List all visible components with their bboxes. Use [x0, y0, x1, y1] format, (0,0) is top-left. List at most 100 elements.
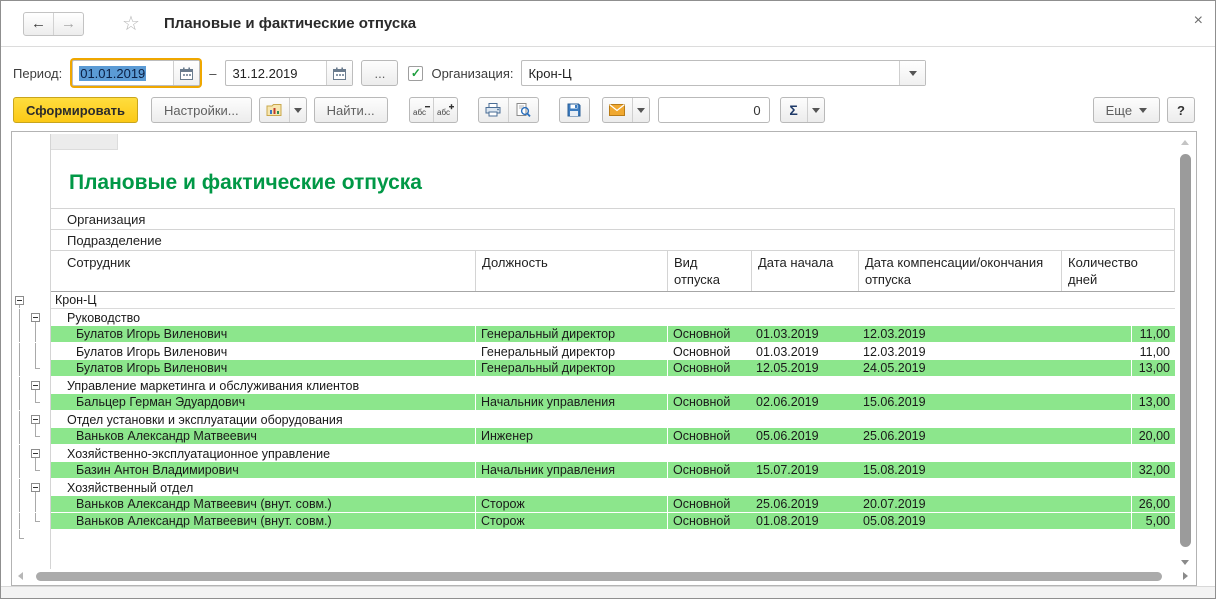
close-icon[interactable]: × — [1194, 13, 1203, 29]
group-label[interactable]: Крон-Ц — [51, 292, 97, 308]
period-from-field[interactable]: 01.01.2019 — [72, 60, 201, 86]
group-label[interactable]: Управление маркетинга и обслуживания кли… — [51, 377, 359, 394]
cell[interactable]: Основной — [667, 513, 751, 529]
cell[interactable]: Основной — [667, 428, 751, 444]
organization-section-row[interactable]: Организация — [51, 208, 1175, 229]
cell[interactable]: Основной — [667, 496, 751, 512]
collapse-groups-icon[interactable]: абс — [410, 98, 433, 122]
group-row[interactable]: Управление маркетинга и обслуживания кли… — [19, 377, 1175, 394]
cell[interactable]: Булатов Игорь Виленович — [51, 326, 475, 342]
collapse-group-button[interactable] — [15, 296, 24, 305]
cell[interactable]: 25.06.2019 — [751, 496, 858, 512]
cell[interactable]: 13,00 — [1131, 360, 1175, 376]
cell[interactable]: Сторож — [475, 496, 667, 512]
favorite-star-icon[interactable]: ☆ — [122, 14, 140, 34]
group-row[interactable]: Хозяйственный отдел — [19, 479, 1175, 496]
group-row[interactable]: Отдел установки и эксплуатации оборудова… — [19, 411, 1175, 428]
cell[interactable]: Бальцер Герман Эдуардович — [51, 394, 475, 410]
mail-icon[interactable] — [603, 98, 632, 122]
cell[interactable]: 01.08.2019 — [751, 513, 858, 529]
column-header[interactable]: Вид отпуска — [667, 251, 751, 291]
cell[interactable]: 11,00 — [1131, 343, 1175, 360]
counter-field[interactable]: 0 — [657, 97, 770, 123]
cell[interactable]: 02.06.2019 — [751, 394, 858, 410]
cell[interactable]: 25.06.2019 — [858, 428, 1131, 444]
calendar-icon[interactable] — [326, 61, 353, 85]
cell[interactable]: 20,00 — [1131, 428, 1175, 444]
print-preview-icon[interactable] — [507, 98, 538, 122]
cell[interactable]: Начальник управления — [475, 394, 667, 410]
cell[interactable]: Инженер — [475, 428, 667, 444]
settings-button[interactable]: Настройки... — [151, 97, 252, 123]
table-row[interactable]: Базин Антон Владимирович Начальник управл… — [19, 462, 1175, 479]
table-row[interactable]: Бальцер Герман Эдуардович Начальник управ… — [19, 394, 1175, 411]
cell[interactable]: Булатов Игорь Виленович — [51, 360, 475, 376]
choose-period-button[interactable]: ... — [361, 60, 399, 86]
grid-corner[interactable] — [51, 134, 118, 150]
column-header[interactable]: Количество дней — [1061, 251, 1175, 291]
collapse-group-button[interactable] — [31, 415, 40, 424]
cell[interactable]: Ваньков Александр Матвеевич (внут. совм.… — [51, 496, 475, 512]
cell[interactable]: 05.08.2019 — [858, 513, 1131, 529]
collapse-group-button[interactable] — [31, 313, 40, 322]
scroll-up-icon[interactable] — [1181, 140, 1189, 145]
table-row[interactable]: Булатов Игорь Виленович Генеральный дирек… — [19, 360, 1175, 377]
cell[interactable]: 12.03.2019 — [858, 343, 1131, 360]
horizontal-scroll-thumb[interactable] — [36, 572, 1162, 581]
chevron-down-icon[interactable] — [806, 98, 824, 122]
cell[interactable]: Сторож — [475, 513, 667, 529]
vertical-scrollbar[interactable] — [1177, 134, 1194, 569]
group-label[interactable]: Хозяйственно-эксплуатационное управление — [51, 445, 330, 462]
cell[interactable]: Генеральный директор — [475, 360, 667, 376]
cell[interactable]: 24.05.2019 — [858, 360, 1131, 376]
scroll-down-icon[interactable] — [1181, 560, 1189, 565]
scroll-left-icon[interactable] — [18, 572, 23, 580]
cell[interactable]: 13,00 — [1131, 394, 1175, 410]
cell[interactable]: Начальник управления — [475, 462, 667, 478]
horizontal-scrollbar[interactable] — [14, 571, 1188, 582]
group-row[interactable]: Крон-Ц — [15, 292, 1175, 309]
cell[interactable]: 11,00 — [1131, 326, 1175, 342]
calendar-icon[interactable] — [173, 61, 200, 85]
cell[interactable]: Генеральный директор — [475, 343, 667, 360]
cell[interactable]: 5,00 — [1131, 513, 1175, 529]
scroll-right-icon[interactable] — [1183, 572, 1188, 580]
cell[interactable]: 01.03.2019 — [751, 326, 858, 342]
group-row[interactable]: Руководство — [19, 309, 1175, 326]
cell[interactable]: Основной — [667, 462, 751, 478]
column-header[interactable]: Дата компенсации/окончания отпуска — [858, 251, 1061, 291]
cell[interactable]: Основной — [667, 326, 751, 342]
cell[interactable]: Ваньков Александр Матвеевич — [51, 428, 475, 444]
cell[interactable]: 26,00 — [1131, 496, 1175, 512]
department-section-row[interactable]: Подразделение — [51, 229, 1175, 250]
expand-groups-icon[interactable]: абс — [432, 98, 457, 122]
save-button[interactable] — [558, 97, 590, 123]
table-row[interactable]: Ваньков Александр Матвеевич (внут. совм.… — [19, 496, 1175, 513]
chevron-down-icon[interactable] — [631, 98, 649, 122]
table-row[interactable]: Булатов Игорь Виленович Генеральный дирек… — [19, 326, 1175, 343]
cell[interactable]: Основной — [667, 394, 751, 410]
cell[interactable]: Булатов Игорь Виленович — [51, 343, 475, 360]
column-header[interactable]: Должность — [475, 251, 667, 291]
forward-button[interactable]: → — [53, 12, 83, 35]
generate-button[interactable]: Сформировать — [13, 97, 139, 123]
group-row[interactable]: Хозяйственно-эксплуатационное управление — [19, 445, 1175, 462]
organization-checkbox[interactable]: ✓ — [408, 65, 424, 81]
cell[interactable]: 15.06.2019 — [858, 394, 1131, 410]
table-row[interactable]: Ваньков Александр Матвеевич (внут. совм.… — [19, 513, 1175, 530]
chevron-down-icon[interactable] — [899, 61, 926, 85]
table-row[interactable]: Ваньков Александр Матвеевич Инженер Основн… — [19, 428, 1175, 445]
cell[interactable]: Генеральный директор — [475, 326, 667, 342]
cell[interactable]: 05.06.2019 — [751, 428, 858, 444]
cell[interactable]: Основной — [667, 343, 751, 360]
more-button[interactable]: Еще — [1092, 97, 1161, 123]
group-label[interactable]: Хозяйственный отдел — [51, 479, 193, 496]
back-button[interactable]: ← — [24, 13, 53, 35]
organization-combo[interactable]: Крон-Ц — [521, 60, 927, 86]
chevron-down-icon[interactable] — [288, 98, 306, 122]
group-label[interactable]: Руководство — [51, 309, 140, 326]
cell[interactable]: 20.07.2019 — [858, 496, 1131, 512]
vertical-scroll-thumb[interactable] — [1180, 154, 1191, 547]
sigma-icon[interactable]: Σ — [781, 98, 807, 122]
table-row[interactable]: Булатов Игорь Виленович Генеральный дирек… — [19, 343, 1175, 360]
